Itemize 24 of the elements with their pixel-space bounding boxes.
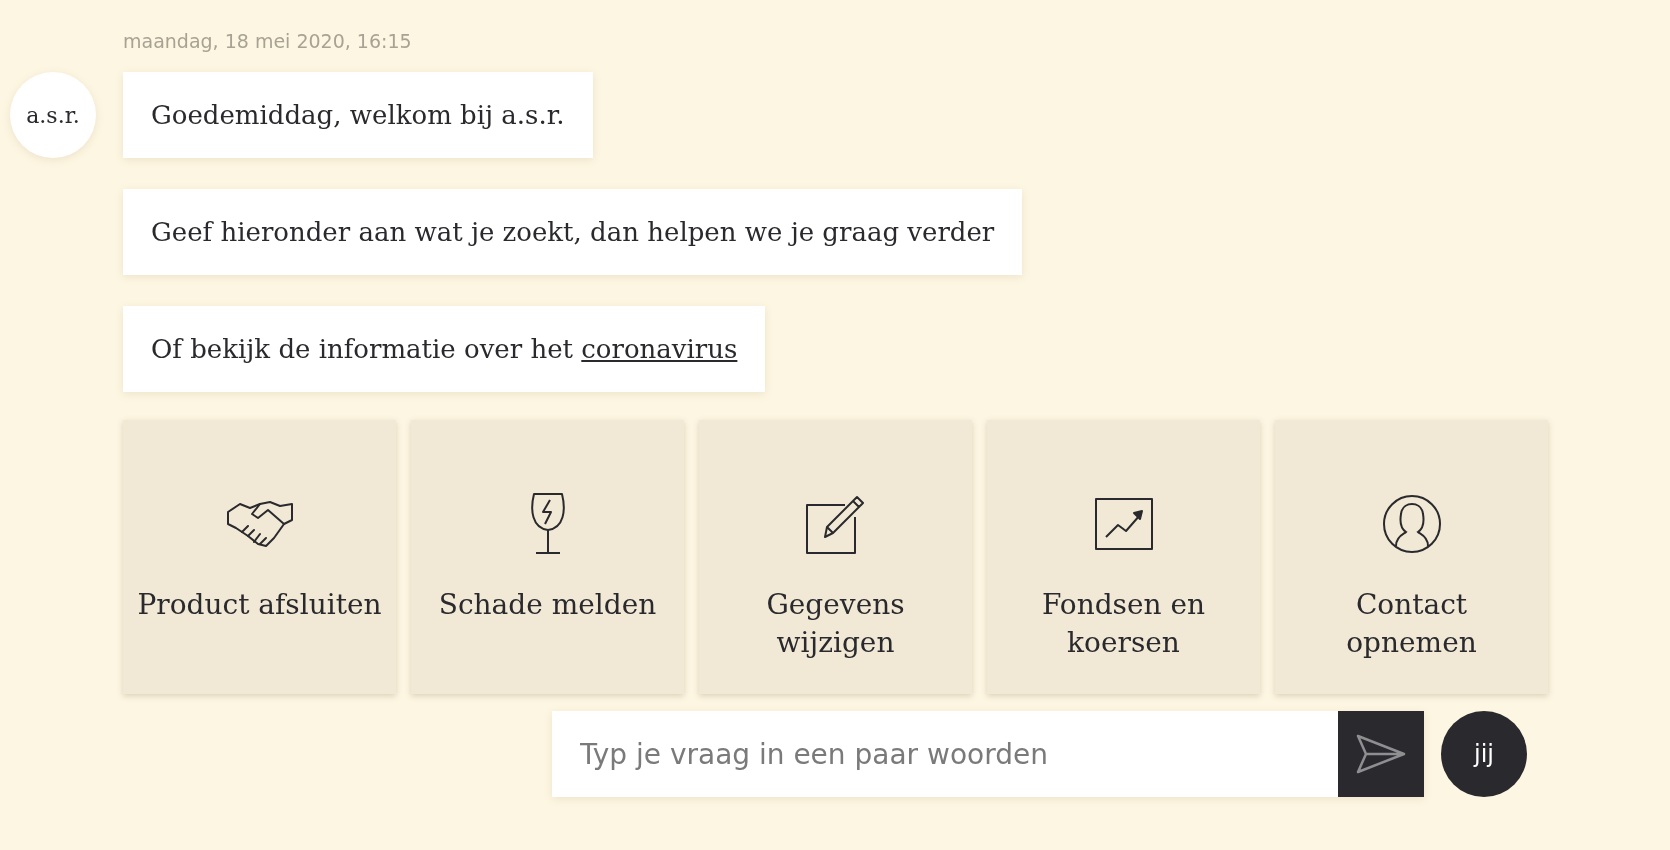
tile-label: Product afsluiten (136, 587, 383, 623)
send-button[interactable] (1338, 711, 1424, 797)
tile-label: Contact opnemen (1345, 587, 1478, 661)
bot-avatar: a.s.r. (10, 72, 96, 158)
coronavirus-link[interactable]: coronavirus (581, 334, 738, 364)
user-avatar: jij (1441, 711, 1527, 797)
timestamp: maandag, 18 mei 2020, 16:15 (123, 30, 413, 52)
tile-label: Schade melden (437, 587, 658, 623)
chat-message: Of bekijk de informatie over het coronavirus (123, 306, 766, 392)
question-input-field[interactable]: Typ je vraag in een paar woorden (552, 711, 1338, 797)
option-tile[interactable]: Fondsen en koersen (987, 420, 1260, 694)
chat-message: Goedemiddag, welkom bij a.s.r. (123, 72, 593, 158)
chart-icon (1093, 497, 1154, 551)
option-tile[interactable]: Contact opnemen (1275, 420, 1548, 694)
handshake-icon (225, 498, 294, 550)
tile-label: Fondsen en koersen (1040, 587, 1207, 661)
option-tile[interactable]: Schade melden (411, 420, 684, 694)
option-tile[interactable]: Gegevens wijzigen (699, 420, 972, 694)
person-icon (1381, 494, 1442, 554)
tile-label: Gegevens wijzigen (765, 587, 906, 661)
option-tile[interactable]: Product afsluiten (123, 420, 396, 694)
chat-message: Geef hieronder aan wat je zoekt, dan helpen we je graag verder (123, 189, 1023, 275)
edit-icon (804, 493, 867, 555)
send-icon (1356, 734, 1406, 774)
